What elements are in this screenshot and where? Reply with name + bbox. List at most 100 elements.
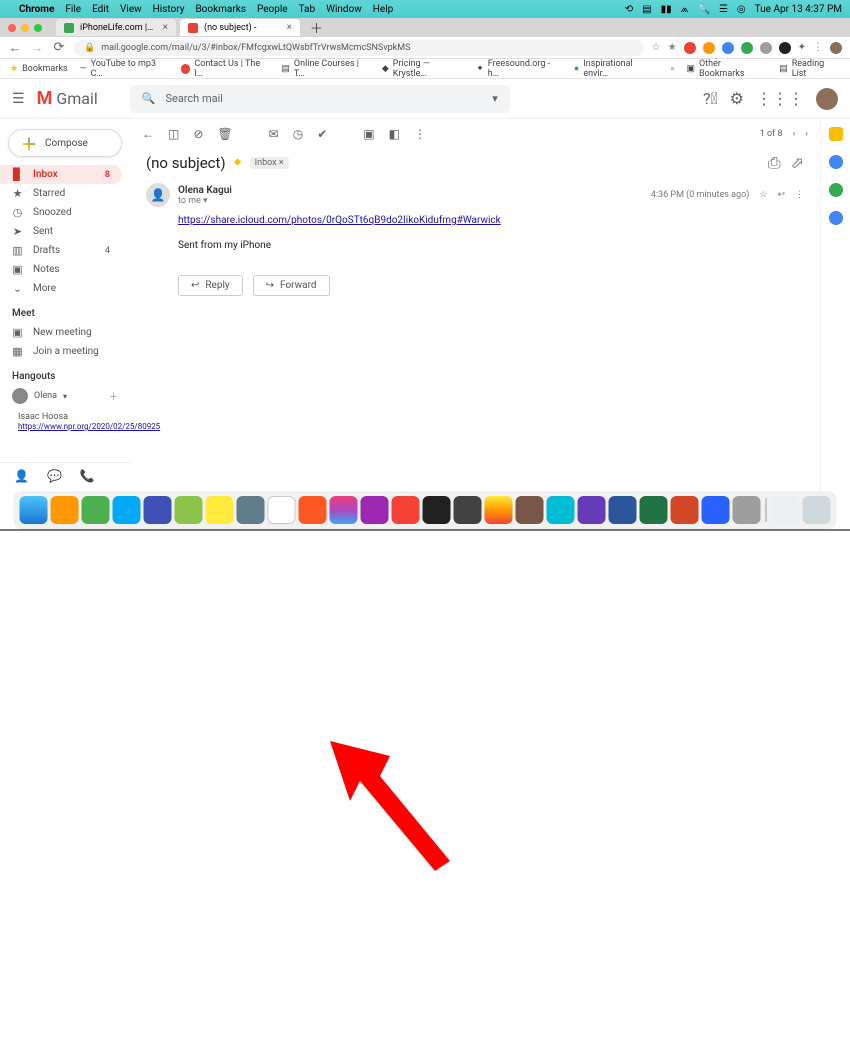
reply-button[interactable]: ↩Reply [178, 275, 243, 296]
menu-help[interactable]: Help [373, 4, 393, 15]
dock-app-icon[interactable] [113, 496, 141, 524]
extension-icon[interactable] [684, 42, 696, 54]
close-tab-icon[interactable]: × [163, 22, 168, 33]
sidebar-item-join-meeting[interactable]: ▦Join a meeting [0, 342, 122, 361]
control-center-icon[interactable]: ☰ [719, 4, 728, 15]
hangout-people-icon[interactable]: 👤 [14, 469, 29, 483]
dock-mail-icon[interactable] [144, 496, 172, 524]
keep-addon-icon[interactable] [829, 155, 843, 169]
forward-button[interactable]: ↪Forward [253, 275, 330, 296]
dock-app-icon[interactable] [299, 496, 327, 524]
details-dropdown-icon[interactable]: ▾ [203, 196, 208, 206]
extension-icon[interactable] [760, 42, 772, 54]
minimize-window-button[interactable] [21, 24, 29, 32]
dock-app-icon[interactable] [702, 496, 730, 524]
wifi-icon[interactable]: ⩕ [681, 4, 689, 15]
delete-icon[interactable]: 🗑 [217, 127, 232, 141]
back-button[interactable]: ← [8, 40, 22, 56]
extension-icon[interactable] [779, 42, 791, 54]
menu-window[interactable]: Window [326, 4, 362, 15]
new-tab-button[interactable]: ＋ [310, 18, 323, 37]
chrome-menu-icon[interactable]: ⋮ [813, 42, 823, 53]
menu-view[interactable]: View [120, 4, 142, 15]
menubar-app[interactable]: Chrome [19, 4, 54, 15]
address-bar[interactable]: 🔒 mail.google.com/mail/u/3/#inbox/FMfcgx… [74, 40, 644, 56]
dock-apple-tv-icon[interactable] [423, 496, 451, 524]
battery-icon[interactable]: ▮▮ [661, 4, 672, 15]
compose-button[interactable]: ＋ Compose [8, 129, 122, 157]
flag-icon[interactable]: ▤ [642, 4, 651, 15]
menu-people[interactable]: People [257, 4, 288, 15]
popout-icon[interactable]: ⬀ [791, 153, 804, 173]
maximize-window-button[interactable] [34, 24, 42, 32]
status-icon[interactable]: ⟲ [625, 4, 633, 15]
more-icon[interactable]: ⋮ [414, 127, 426, 141]
bookmark-star-icon[interactable]: ★ [668, 42, 677, 53]
bookmarks-overflow-icon[interactable]: » [670, 64, 674, 74]
menu-tab[interactable]: Tab [299, 4, 315, 15]
dock-chrome-icon[interactable] [485, 496, 513, 524]
bookmark-item[interactable]: ✦Freesound.org - h… [476, 59, 562, 79]
extension-icon[interactable] [741, 42, 753, 54]
add-hangout-icon[interactable]: ＋ [109, 390, 118, 403]
bookmark-item[interactable]: ◆Pricing — Krystle… [382, 59, 464, 79]
hangout-chat-icon[interactable]: 💬 [47, 469, 62, 483]
dock-app-icon[interactable] [392, 496, 420, 524]
dock-folder-icon[interactable] [772, 496, 800, 524]
search-icon[interactable]: 🔍 [698, 4, 710, 15]
browser-tab-active[interactable]: (no subject) - × [180, 19, 300, 36]
search-options-icon[interactable]: ▾ [492, 92, 498, 105]
menu-file[interactable]: File [65, 4, 81, 15]
bookmark-item[interactable]: ★Bookmarks [10, 64, 68, 74]
sidebar-item-sent[interactable]: ➤Sent [0, 222, 122, 241]
extension-icon[interactable] [722, 42, 734, 54]
dock-app-icon[interactable] [454, 496, 482, 524]
sidebar-item-more[interactable]: ⌄More [0, 279, 122, 298]
next-icon[interactable]: › [805, 129, 808, 139]
menu-bookmarks[interactable]: Bookmarks [195, 4, 246, 15]
dock-excel-icon[interactable] [640, 496, 668, 524]
dock-app-icon[interactable] [237, 496, 265, 524]
reply-icon[interactable]: ↩ [777, 190, 785, 200]
bookmark-item[interactable]: ▤Online Courses | T… [281, 59, 369, 79]
menubar-clock[interactable]: Tue Apr 13 4:37 PM [755, 4, 842, 15]
other-bookmarks[interactable]: ▣Other Bookmarks [686, 59, 767, 79]
star-icon[interactable]: ☆ [759, 190, 767, 200]
extensions-icon[interactable]: ✦ [798, 42, 806, 53]
print-icon[interactable]: ⎙ [768, 153, 781, 173]
apps-grid-icon[interactable]: ⋮⋮⋮ [756, 89, 804, 108]
dock-app-icon[interactable] [82, 496, 110, 524]
settings-icon[interactable]: ⚙ [730, 89, 744, 108]
reading-list[interactable]: ▤Reading List [779, 59, 840, 79]
dock-finder-icon[interactable] [20, 496, 48, 524]
dock-word-icon[interactable] [609, 496, 637, 524]
extension-icon[interactable] [703, 42, 715, 54]
icloud-share-link[interactable]: https://share.icloud.com/photos/0rQoSTt6… [178, 215, 501, 226]
hangout-contact[interactable]: Olena ▾ ＋ [0, 386, 130, 406]
sidebar-item-starred[interactable]: ★Starred [0, 184, 122, 203]
account-avatar[interactable] [816, 88, 838, 110]
snooze-icon[interactable]: ◷ [293, 127, 303, 141]
bookmark-item[interactable]: Contact Us | The I… [181, 59, 270, 79]
more-icon[interactable]: ⋮ [795, 190, 804, 200]
browser-tab[interactable]: iPhoneLife.com |… × [56, 19, 176, 36]
sidebar-item-snoozed[interactable]: ◷Snoozed [0, 203, 122, 222]
forward-button[interactable]: → [30, 40, 44, 56]
sender-avatar[interactable]: 👤 [146, 183, 170, 207]
support-icon[interactable]: ?⃝ [703, 89, 718, 108]
close-tab-icon[interactable]: × [287, 22, 292, 33]
sidebar-item-new-meeting[interactable]: ▣New meeting [0, 323, 122, 342]
spam-icon[interactable]: ⊘ [193, 127, 203, 141]
gmail-logo[interactable]: M Gmail [37, 88, 98, 109]
dock-powerpoint-icon[interactable] [671, 496, 699, 524]
menu-icon[interactable]: ☰ [12, 91, 25, 107]
siri-icon[interactable]: ◎ [737, 4, 746, 15]
dock-app-icon[interactable] [330, 496, 358, 524]
moveto-icon[interactable]: ▣ [363, 127, 374, 141]
dock-calendar-icon[interactable] [268, 496, 296, 524]
calendar-addon-icon[interactable] [829, 127, 843, 141]
labels-icon[interactable]: ◧ [389, 127, 400, 141]
back-icon[interactable]: ← [142, 127, 154, 141]
star-icon[interactable]: ☆ [652, 42, 661, 53]
menu-history[interactable]: History [153, 4, 185, 15]
